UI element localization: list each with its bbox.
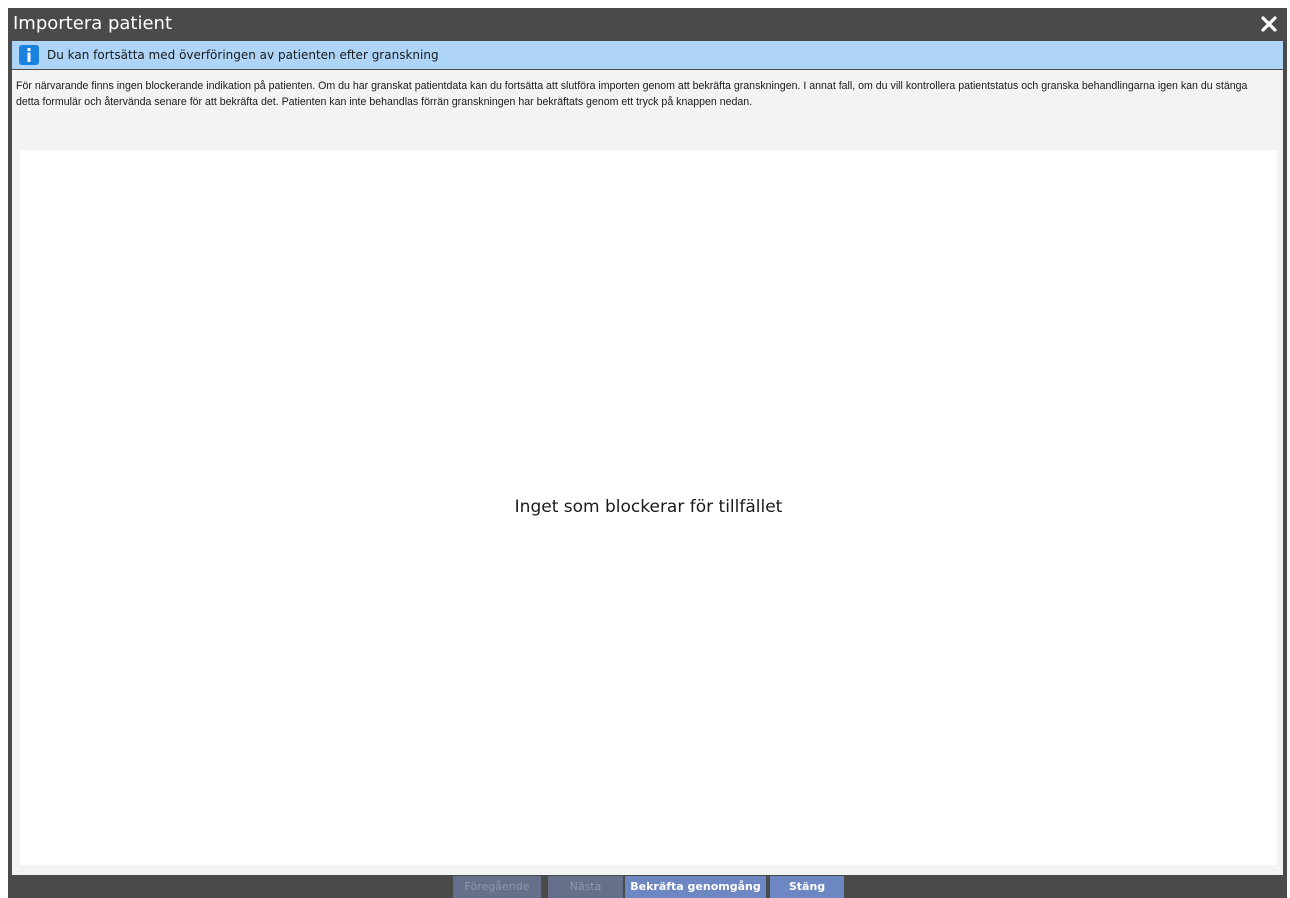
previous-button[interactable]: Föregående <box>453 876 541 898</box>
button-bar: Föregående Nästa Bekräfta genomgång Stän… <box>8 875 1287 898</box>
import-patient-dialog: Importera patient Du kan fortsätta med ö… <box>8 8 1287 898</box>
close-button[interactable]: Stäng <box>770 876 844 898</box>
empty-state-message: Inget som blockerar för tillfället <box>514 497 783 517</box>
dialog-title: Importera patient <box>13 13 173 34</box>
content-frame: Inget som blockerar för tillfället <box>12 147 1283 875</box>
info-banner: Du kan fortsätta med överföringen av pat… <box>12 41 1283 69</box>
info-banner-text: Du kan fortsätta med överföringen av pat… <box>47 48 439 62</box>
blocking-indications-panel: Inget som blockerar för tillfället <box>20 150 1277 865</box>
dialog-titlebar: Importera patient <box>8 8 1287 40</box>
confirm-review-button[interactable]: Bekräfta genomgång <box>625 876 766 898</box>
next-button[interactable]: Nästa <box>548 876 623 898</box>
description-area: För närvarande finns ingen blockerande i… <box>12 70 1283 147</box>
info-icon <box>19 45 39 65</box>
description-text: För närvarande finns ingen blockerande i… <box>16 80 1248 108</box>
close-icon[interactable] <box>1257 12 1281 36</box>
